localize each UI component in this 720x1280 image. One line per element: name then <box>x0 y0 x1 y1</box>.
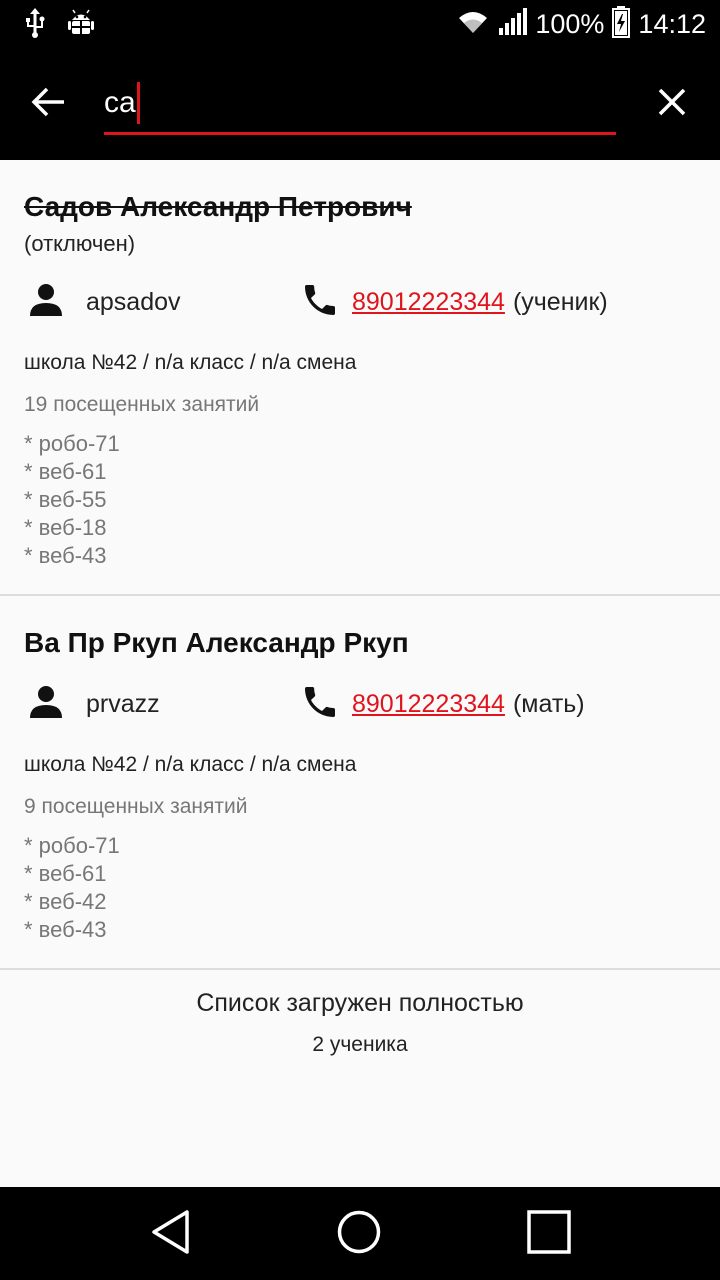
close-icon <box>657 87 687 122</box>
android-debug-icon <box>68 9 94 42</box>
nav-recents-icon <box>526 1209 572 1260</box>
group-item: * веб-55 <box>24 487 107 512</box>
group-item: * веб-18 <box>24 515 107 540</box>
navigation-bar <box>0 1187 720 1280</box>
screen: 100% 14:12 са Садов Александр Петрович (… <box>0 0 720 1280</box>
nav-recents-button[interactable] <box>524 1209 574 1259</box>
group-item: * веб-61 <box>24 861 107 886</box>
contact-row: apsadov 89012223344 (ученик) <box>24 274 696 330</box>
login-group: prvazz <box>28 676 160 732</box>
student-name: Садов Александр Петрович <box>24 191 412 222</box>
student-count: 2 ученика <box>312 1033 408 1056</box>
search-input[interactable] <box>104 76 604 130</box>
contact-row: prvazz 89012223344 (мать) <box>24 676 696 732</box>
phone-group: 89012223344 (ученик) <box>300 274 608 330</box>
nav-home-button[interactable] <box>334 1209 384 1259</box>
visits-count: 19 посещенных занятий <box>24 393 260 416</box>
school-line: школа №42 / n/a класс / n/a смена <box>24 753 357 776</box>
group-item: * робо-71 <box>24 833 120 858</box>
clock: 14:12 <box>638 8 706 39</box>
group-item: * веб-42 <box>24 889 107 914</box>
search-field-underline <box>104 76 616 135</box>
search-toolbar <box>0 48 720 160</box>
person-icon <box>28 283 64 322</box>
group-item: * робо-71 <box>24 431 120 456</box>
nav-back-icon <box>151 1209 191 1260</box>
group-list: * робо-71 * веб-61 * веб-42 * веб-43 <box>24 832 696 944</box>
student-card[interactable]: Садов Александр Петрович (отключен) apsa… <box>0 160 720 596</box>
group-item: * веб-43 <box>24 917 107 942</box>
list-footer: Список загружен полностью 2 ученика <box>0 970 720 1060</box>
battery-charging-icon <box>612 5 631 43</box>
phone-icon <box>300 280 340 325</box>
usb-icon <box>24 8 46 43</box>
group-item: * веб-61 <box>24 459 107 484</box>
status-bar-right: 100% 14:12 <box>457 0 706 48</box>
phone-link[interactable]: 89012223344 <box>352 690 505 719</box>
arrow-left-icon <box>31 87 65 122</box>
nav-back-button[interactable] <box>146 1209 196 1259</box>
login: prvazz <box>86 689 160 718</box>
nav-home-icon <box>336 1209 382 1260</box>
phone-group: 89012223344 (мать) <box>300 676 585 732</box>
wifi-icon <box>457 9 489 40</box>
login: apsadov <box>86 287 181 316</box>
group-item: * веб-43 <box>24 543 107 568</box>
visits-count: 9 посещенных занятий <box>24 795 248 818</box>
phone-icon <box>300 682 340 727</box>
login-group: apsadov <box>28 274 181 330</box>
status-bar: 100% 14:12 <box>0 0 720 48</box>
battery-percent: 100% <box>535 8 605 39</box>
list-loaded-message: Список загружен полностью <box>196 989 524 1017</box>
clear-search-button[interactable] <box>648 80 696 128</box>
school-line: школа №42 / n/a класс / n/a смена <box>24 351 357 374</box>
phone-link[interactable]: 89012223344 <box>352 288 505 317</box>
group-list: * робо-71 * веб-61 * веб-55 * веб-18 * в… <box>24 430 696 570</box>
phone-role: (ученик) <box>512 287 608 316</box>
student-card[interactable]: Ва Пр Ркуп Александр Ркуп prvazz 8901222… <box>0 596 720 970</box>
signal-icon <box>497 7 528 41</box>
status-bar-left <box>24 8 94 43</box>
phone-role: (мать) <box>512 689 585 718</box>
disabled-label: (отключен) <box>24 231 136 256</box>
person-icon <box>28 685 64 724</box>
student-name: Ва Пр Ркуп Александр Ркуп <box>24 627 409 658</box>
text-caret <box>137 82 140 124</box>
back-button[interactable] <box>24 80 72 128</box>
student-list: Садов Александр Петрович (отключен) apsa… <box>0 160 720 1060</box>
